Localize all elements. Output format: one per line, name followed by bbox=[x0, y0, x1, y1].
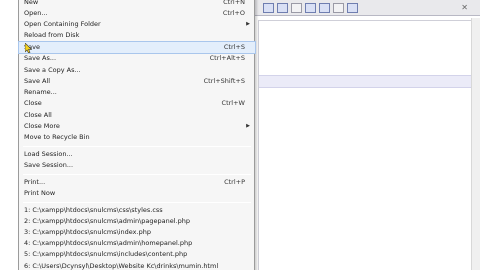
menu-item-close[interactable]: Close Ctrl+W bbox=[19, 98, 255, 109]
toolbar-button-icon[interactable] bbox=[305, 2, 316, 13]
toolbar-button-icon[interactable] bbox=[333, 2, 344, 13]
menu-item-load-session[interactable]: Load Session... bbox=[19, 149, 255, 160]
menu-item-new[interactable]: New Ctrl+N bbox=[19, 0, 255, 8]
menu-item-save-all[interactable]: Save All Ctrl+Shift+S bbox=[19, 76, 255, 87]
toolbar-button-icon[interactable] bbox=[277, 2, 288, 13]
close-tab-icon[interactable]: ✕ bbox=[461, 3, 468, 12]
editor-toolbar: ✕ bbox=[255, 0, 480, 16]
file-menu-dropdown: New Ctrl+N Open... Ctrl+O Open Containin… bbox=[18, 0, 256, 270]
submenu-arrow-icon: ▶ bbox=[246, 21, 250, 27]
vertical-scrollbar[interactable] bbox=[471, 18, 480, 270]
recent-file-item[interactable]: 4: C:\xampp\htdocs\snulcms\admin\homepan… bbox=[19, 238, 255, 249]
toolbar-button-icon[interactable] bbox=[263, 2, 274, 13]
menu-item-reload-from-disk[interactable]: Reload from Disk bbox=[19, 30, 255, 41]
recent-file-item[interactable]: 5: C:\xampp\htdocs\snulcms\includes\cont… bbox=[19, 249, 255, 260]
toolbar-button-icon[interactable] bbox=[291, 2, 302, 13]
toolbar-button-icon[interactable] bbox=[347, 2, 358, 13]
menu-separator bbox=[23, 174, 251, 175]
menu-item-open-containing-folder[interactable]: Open Containing Folder ▶ bbox=[19, 19, 255, 30]
recent-file-item[interactable]: 1: C:\xampp\htdocs\snulcms\css\styles.cs… bbox=[19, 205, 255, 216]
recent-file-item[interactable]: 6: C:\Users\Dcynsyl\Desktop\Website Kc\d… bbox=[19, 261, 255, 270]
menu-separator bbox=[23, 146, 251, 147]
menu-item-save[interactable]: Save Ctrl+S bbox=[18, 41, 256, 54]
editor-text-area[interactable] bbox=[258, 20, 471, 270]
menu-item-save-as[interactable]: Save As... Ctrl+Alt+S bbox=[19, 53, 255, 64]
menu-item-close-all[interactable]: Close All bbox=[19, 110, 255, 121]
menu-item-rename[interactable]: Rename... bbox=[19, 87, 255, 98]
toolbar-button-icon[interactable] bbox=[319, 2, 330, 13]
menu-item-print[interactable]: Print... Ctrl+P bbox=[19, 177, 255, 188]
submenu-arrow-icon: ▶ bbox=[246, 123, 250, 129]
mouse-cursor-icon bbox=[25, 43, 32, 53]
menu-item-save-a-copy-as[interactable]: Save a Copy As... bbox=[19, 65, 255, 76]
menu-item-print-now[interactable]: Print Now bbox=[19, 188, 255, 199]
menu-item-open[interactable]: Open... Ctrl+O bbox=[19, 8, 255, 19]
menu-item-save-session[interactable]: Save Session... bbox=[19, 160, 255, 171]
menu-item-close-more[interactable]: Close More ▶ bbox=[19, 121, 255, 132]
current-line-highlight bbox=[259, 75, 471, 88]
recent-file-item[interactable]: 3: C:\xampp\htdocs\snulcms\index.php bbox=[19, 227, 255, 238]
menu-item-move-to-recycle-bin[interactable]: Move to Recycle Bin bbox=[19, 132, 255, 143]
menu-separator bbox=[23, 202, 251, 203]
recent-file-item[interactable]: 2: C:\xampp\htdocs\snulcms\admin\pagepan… bbox=[19, 216, 255, 227]
